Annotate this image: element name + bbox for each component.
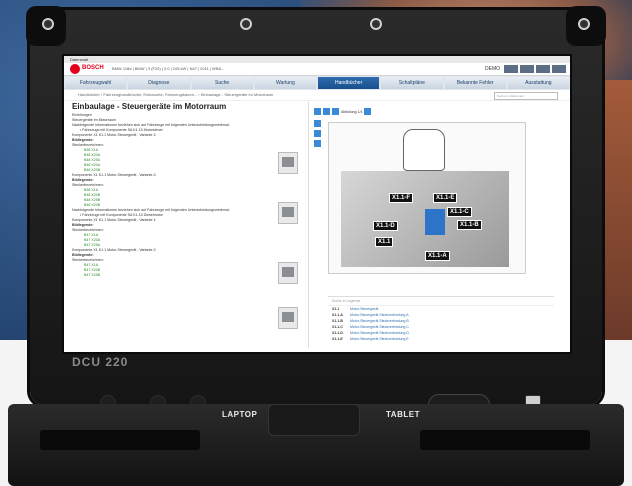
screw-icon [370,18,382,30]
tab-ausstattung[interactable]: Ausstattung [507,77,569,89]
device-model: DCU 220 [72,355,129,369]
legend-description[interactable]: Motor-Steuergerät Steckverbindung A [350,313,409,317]
figure-counter: Abbildung 1/4 [341,109,363,114]
fit-icon[interactable] [314,140,321,147]
figure-thumbnail[interactable] [278,202,298,224]
screen: Datenstatt BOSCH BMW 118d | BMW | 3 (F20… [64,56,570,352]
screw-icon [578,18,590,30]
legend-code: X1.1-E [332,337,343,341]
main-tabs: Fahrzeugwahl Diagnose Suche Wartung Hand… [64,76,570,90]
base-slot [40,430,200,450]
document-lines: Einleitungen Steuergeräte im Motorraum Nac… [72,113,298,278]
label-x1-1-f: X1.1-F [389,193,414,203]
breadcrumb: Handbücher › Fahrzeughandbücher, Einbauo… [64,90,570,101]
document-line: B47 X25B [84,273,101,277]
first-page-icon[interactable] [314,108,321,115]
legend-description[interactable]: Motor-Steuergerät Steckverbindung C [350,325,409,329]
base-slot [420,430,590,450]
window-title: Datenstatt [64,56,570,63]
close-icon[interactable] [552,65,566,73]
page-title: Einbaulage - Steuergeräte im Motorraum [72,102,227,111]
tab-schaltplaene[interactable]: Schaltpläne [381,77,443,89]
tab-diagnose[interactable]: Diagnose [128,77,190,89]
breadcrumb-text[interactable]: Handbücher › Fahrzeughandbücher, Einbauo… [78,92,273,97]
label-x1-1-c: X1.1-C [447,207,472,217]
legend-description[interactable]: Motor-Steuergerät Steckverbindung B [350,319,409,323]
help-icon[interactable] [520,65,534,73]
laptop-label: LAPTOP [222,410,258,419]
legend-row[interactable]: X1.1-E Motor-Steuergerät Steckverbindung … [328,336,554,342]
figure-thumbnail[interactable] [278,262,298,284]
document-search-input[interactable]: Suche im Dokument [494,92,558,100]
print-icon[interactable] [536,65,550,73]
legend-description[interactable]: Motor-Steuergerät Steckverbindung D [350,331,409,335]
app-header: BOSCH BMW 118d | BMW | 3 (F20) | 2.0 | 1… [64,63,570,76]
document-text-panel: Einbaulage - Steuergeräte im Motorraum E… [72,102,298,348]
label-x1-1-a: X1.1-A [425,251,450,261]
car-top-view-icon [403,129,445,171]
figure-panel: Abbildung 1/4 X1.1-F X1.1-E X1.1-C X1.1-… [314,108,558,348]
user-label: DEMO [485,66,500,72]
figure-thumbnail[interactable] [278,152,298,174]
legend-rows: X1.1 Motor-Steuergerät X1.1-A Motor-Steuerg… [328,306,554,342]
hinge-latch[interactable] [268,404,360,436]
legend-table: Suche in Legende X1.1 Motor-Steuergerät X1… [328,296,554,349]
legend-description[interactable]: Motor-Steuergerät [350,307,378,311]
ecu-highlight [425,209,445,235]
figure-thumbnail[interactable] [278,307,298,329]
legend-search-input[interactable]: Suche in Legende [328,297,554,306]
last-page-icon[interactable] [364,108,372,115]
zoom-in-icon[interactable] [314,120,321,127]
figure-toolbar: Abbildung 1/4 [314,108,558,115]
label-x1-1: X1.1 [375,237,394,247]
next-page-icon[interactable] [332,108,339,115]
header-actions [504,65,566,73]
tab-handbuecher[interactable]: Handbücher [318,77,380,89]
prev-page-icon[interactable] [323,108,330,115]
label-x1-1-b: X1.1-B [457,220,482,230]
bosch-logo-icon [70,64,80,74]
label-x1-1-e: X1.1-E [433,193,458,203]
zoom-out-icon[interactable] [314,130,321,137]
legend-description[interactable]: Motor-Steuergerät Steckverbindung E [350,337,409,341]
brand-label: BOSCH [82,65,104,71]
pane-divider[interactable] [308,102,309,348]
screw-icon [42,18,54,30]
vehicle-icon[interactable] [504,65,518,73]
tab-fahrzeugwahl[interactable]: Fahrzeugwahl [65,77,127,89]
tablet-label: TABLET [386,410,420,419]
screw-icon [240,18,252,30]
engine-bay-diagram[interactable]: X1.1-F X1.1-E X1.1-C X1.1-B X1.1-D X1.1 … [328,122,526,274]
tab-wartung[interactable]: Wartung [254,77,316,89]
tab-suche[interactable]: Suche [191,77,253,89]
tab-bekannte-fehler[interactable]: Bekannte Fehler [444,77,506,89]
vehicle-info: BMW 118d | BMW | 3 (F20) | 2.0 | 105 kW … [112,66,225,71]
label-x1-1-d: X1.1-D [373,221,398,231]
